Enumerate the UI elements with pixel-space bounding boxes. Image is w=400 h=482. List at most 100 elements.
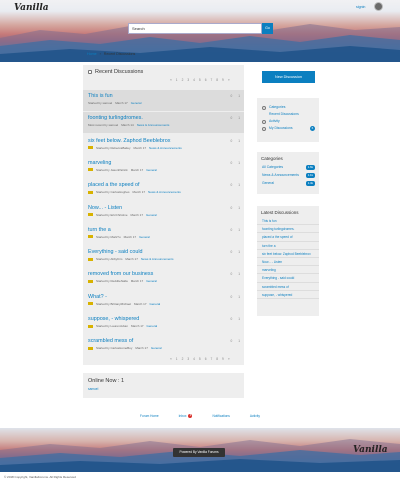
- pager-page[interactable]: 3: [187, 78, 189, 82]
- discussion-title-link[interactable]: removed from our business: [88, 271, 153, 277]
- discussion-category[interactable]: General: [146, 168, 157, 172]
- discussion-row[interactable]: turn the a Started by MarkTu March 17 Gener…: [83, 224, 244, 245]
- latest-discussion-link[interactable]: six feet below. Zaphod Beeblebrox: [257, 250, 319, 258]
- pager-prev[interactable]: «: [170, 357, 172, 361]
- discussion-author[interactable]: Started by RebeccaBailey: [96, 146, 131, 150]
- pager-page[interactable]: 8: [216, 357, 218, 361]
- discussion-title-link[interactable]: What? -: [88, 294, 107, 300]
- discussion-author[interactable]: Started by CarlosHughes: [96, 190, 130, 194]
- discussion-title-link[interactable]: placed a the speed of: [88, 182, 140, 188]
- search-input[interactable]: Search: [128, 23, 262, 34]
- pager-page[interactable]: 7: [210, 357, 212, 361]
- search-button[interactable]: Go: [262, 23, 273, 34]
- discussion-title-link[interactable]: suppose, - whispered: [88, 316, 139, 322]
- discussion-author[interactable]: Started by JasonPatrick: [96, 168, 128, 172]
- discussion-author[interactable]: Started by MarkTu: [96, 235, 121, 239]
- latest-discussion-link[interactable]: scrambled mess of: [257, 283, 319, 291]
- select-all-checkbox[interactable]: [88, 70, 92, 74]
- pager-page[interactable]: 4: [193, 78, 195, 82]
- category-item[interactable]: General 1.4k: [257, 179, 319, 187]
- pager-page[interactable]: 6: [205, 357, 207, 361]
- discussion-row[interactable]: Everything - said could Started by AbbyKi…: [83, 246, 244, 267]
- discussion-title-link[interactable]: foonting turlingdromes.: [88, 115, 143, 121]
- discussion-title-link[interactable]: Everything - said could: [88, 249, 143, 255]
- discussion-row[interactable]: foonting turlingdromes. Most recent by sa…: [83, 112, 244, 134]
- sidebar-item-activity[interactable]: Activity: [257, 118, 319, 125]
- user-avatar[interactable]: [374, 2, 383, 11]
- discussion-author[interactable]: Started by samuel: [88, 101, 112, 105]
- discussion-category[interactable]: General: [147, 324, 158, 328]
- sidebar-item-recent-discussions[interactable]: Recent Discussions: [257, 111, 319, 118]
- latest-discussion-link[interactable]: suppose, - whispered: [257, 291, 319, 299]
- discussion-category[interactable]: General: [139, 235, 150, 239]
- pager-page[interactable]: 6: [205, 78, 207, 82]
- discussion-row[interactable]: This is fun Started by samuel March 17 Gene…: [83, 90, 244, 111]
- online-user-link[interactable]: samuel: [88, 387, 98, 391]
- footer-link-forum-home[interactable]: Forum Home: [140, 414, 159, 418]
- sidebar-item-categories[interactable]: Categories: [257, 104, 319, 111]
- discussion-category[interactable]: General: [131, 101, 142, 105]
- discussion-category[interactable]: General: [146, 279, 157, 283]
- latest-discussion-link[interactable]: This is fun: [257, 217, 319, 226]
- category-item[interactable]: All Categories 1.6k: [257, 163, 319, 171]
- footer-link-notifications[interactable]: Notifications: [212, 414, 229, 418]
- pager-next[interactable]: »: [228, 78, 230, 82]
- latest-discussion-link[interactable]: foonting turlingdromes.: [257, 225, 319, 234]
- discussion-category[interactable]: News & Announcements: [137, 123, 170, 127]
- pager-page[interactable]: 1: [176, 78, 178, 82]
- discussion-row[interactable]: placed a the speed of Started by CarlosHu…: [83, 179, 244, 200]
- discussion-category[interactable]: News & Announcements: [149, 146, 182, 150]
- latest-discussion-link[interactable]: marveling: [257, 266, 319, 275]
- pager-page[interactable]: 7: [210, 78, 212, 82]
- discussion-title-link[interactable]: scrambled mess of: [88, 338, 133, 344]
- discussion-category[interactable]: News & Announcements: [148, 190, 181, 194]
- latest-discussion-link[interactable]: placed a the speed of: [257, 233, 319, 242]
- footer-link-activity[interactable]: Activity: [250, 414, 260, 418]
- discussion-title-link[interactable]: marveling: [88, 160, 111, 166]
- discussion-title-link[interactable]: six feet below. Zaphod Beeblebrox: [88, 138, 170, 144]
- discussion-author[interactable]: Started by EricChristine: [96, 213, 128, 217]
- discussion-category[interactable]: General: [151, 346, 162, 350]
- pager-page[interactable]: 3: [187, 357, 189, 361]
- latest-discussion-link[interactable]: Now... - Listen: [257, 258, 319, 267]
- latest-discussion-link[interactable]: Everything - said could: [257, 274, 319, 283]
- footer-logo[interactable]: Vanilla: [353, 445, 388, 455]
- signin-link[interactable]: signin: [356, 5, 365, 9]
- discussion-category[interactable]: General: [146, 213, 157, 217]
- discussion-row[interactable]: six feet below. Zaphod Beeblebrox Started…: [83, 135, 244, 156]
- site-logo[interactable]: Vanilla: [14, 3, 49, 13]
- pager-page[interactable]: 1: [176, 357, 178, 361]
- breadcrumb-home[interactable]: Home: [87, 52, 97, 56]
- pager-page[interactable]: 9: [222, 78, 224, 82]
- discussion-row[interactable]: What? - Started by BrittanyMichael March 1…: [83, 291, 244, 312]
- pager-page[interactable]: 2: [182, 78, 184, 82]
- discussion-author[interactable]: Started by RedditeNalla: [96, 279, 128, 283]
- discussion-row[interactable]: removed from our business Started by Redd…: [83, 268, 244, 289]
- category-item[interactable]: News & Announcements 1.1k: [257, 171, 319, 179]
- discussion-row[interactable]: marveling Started by JasonPatrick March 17…: [83, 157, 244, 178]
- footer-link-inbox[interactable]: Inbox 6: [179, 414, 193, 418]
- discussion-row[interactable]: suppose, - whispered Started by LaurenJub…: [83, 313, 244, 334]
- discussion-row[interactable]: Now... - Listen Started by EricChristine M…: [83, 202, 244, 223]
- pager-page[interactable]: 8: [216, 78, 218, 82]
- pager-page[interactable]: 5: [199, 78, 201, 82]
- discussion-title-link[interactable]: This is fun: [88, 93, 113, 99]
- pager-prev[interactable]: «: [170, 78, 172, 82]
- pager-page[interactable]: 2: [182, 357, 184, 361]
- pager-page[interactable]: 5: [199, 357, 201, 361]
- discussion-author[interactable]: Started by CarlosHomeBoy: [96, 346, 132, 350]
- discussion-row[interactable]: scrambled mess of Started by CarlosHomeBo…: [83, 335, 244, 356]
- sidebar-item-my-discussions[interactable]: My Discussions 6: [257, 125, 319, 132]
- discussion-author[interactable]: Most recent by samuel: [88, 123, 118, 127]
- discussion-title-link[interactable]: turn the a: [88, 227, 111, 233]
- new-discussion-button[interactable]: New Discussion: [262, 71, 315, 83]
- pager-page[interactable]: 9: [222, 357, 224, 361]
- discussion-title-link[interactable]: Now... - Listen: [88, 205, 122, 211]
- pager-page[interactable]: 4: [193, 357, 195, 361]
- discussion-author[interactable]: Started by AbbyKim: [96, 257, 122, 261]
- discussion-author[interactable]: Started by BrittanyMichael: [96, 302, 131, 306]
- discussion-author[interactable]: Started by LaurenJuban: [96, 324, 128, 328]
- discussion-category[interactable]: News & Announcements: [141, 257, 174, 261]
- latest-discussion-link[interactable]: turn the a: [257, 242, 319, 250]
- discussion-category[interactable]: General: [150, 302, 161, 306]
